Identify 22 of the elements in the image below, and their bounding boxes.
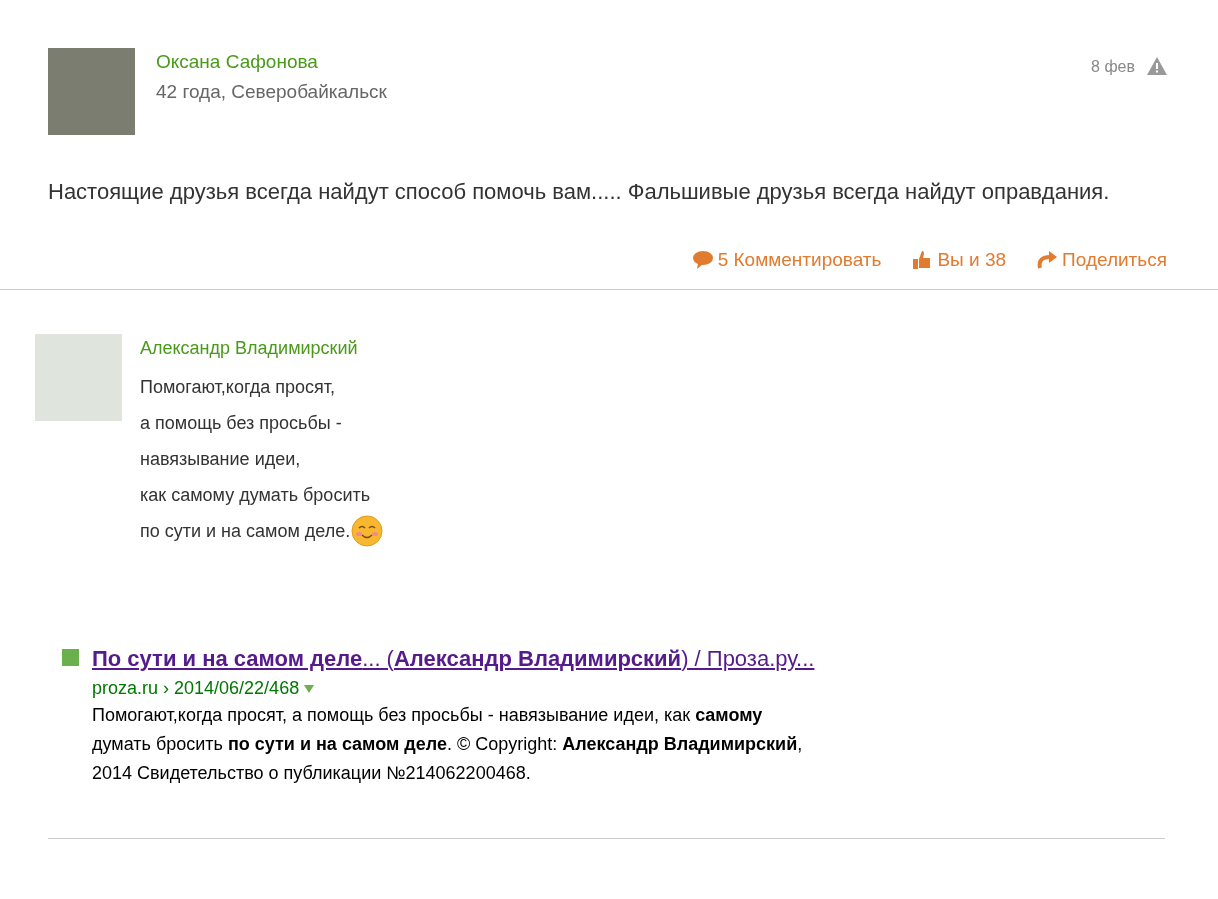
comment-line: навязывание идеи,	[140, 448, 301, 471]
comment-line: Помогают,когда просят,	[140, 376, 335, 399]
author-meta: 42 года, Северобайкальск	[156, 81, 388, 103]
result-title-link[interactable]: По сути и на самом деле... (Александр Владимирский) / Проза.ру...	[92, 646, 822, 672]
share-action[interactable]: Поделиться	[1036, 249, 1167, 271]
warning-icon[interactable]	[1147, 57, 1167, 75]
smiley-icon	[351, 515, 384, 547]
comment-line: как самому думать бросить	[140, 484, 371, 507]
like-action[interactable]: Вы и 38	[911, 249, 1007, 271]
comment-line: по сути и на самом деле.	[140, 520, 351, 543]
post-text: Настоящие друзья всегда найдут способ помочь вам..... Фальшивые друзья всегда найдут оправдания.	[48, 178, 1111, 206]
result-url[interactable]: proza.ru › 2014/06/22/468	[92, 678, 300, 699]
share-arrow-icon	[1036, 250, 1059, 270]
favicon-square-icon	[62, 649, 79, 666]
caret-icon[interactable]	[304, 684, 315, 693]
comment-line: а помощь без просьбы -	[140, 412, 342, 435]
result-snippet: Помогают,когда просят, а помощь без просьбы - навязывание идеи, как самому думать бросить по сути и на самом деле. © Copyright: Александр Владимирский, 2014 Свидетельство о публикации №214062200468.	[92, 704, 804, 785]
comment-action[interactable]: 5 Комментировать	[691, 249, 882, 271]
comment-author[interactable]: Александр Владимирский	[140, 338, 384, 359]
post-date: 8 фев	[1091, 58, 1135, 76]
author-name[interactable]: Оксана Сафонова	[156, 51, 1092, 73]
speech-bubble-icon	[691, 250, 714, 270]
